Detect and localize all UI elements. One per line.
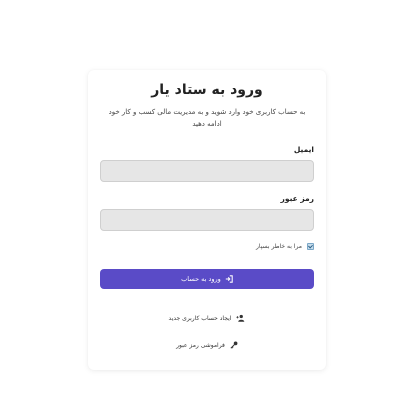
- login-button[interactable]: ورود به حساب: [100, 269, 314, 289]
- forgot-password-label: فراموشی رمز عبور: [176, 341, 225, 349]
- create-account-label: ایجاد حساب کاربری جدید: [168, 314, 232, 322]
- password-label: رمز عبور: [280, 194, 314, 203]
- sign-in-icon: [225, 275, 233, 283]
- remember-label: مرا به خاطر بسپار: [256, 243, 302, 250]
- user-plus-icon: [236, 314, 245, 322]
- email-field[interactable]: [100, 160, 314, 182]
- page-title: ورود به ستاد یار: [151, 82, 263, 98]
- remember-checkbox[interactable]: [307, 243, 314, 250]
- login-card: ورود به ستاد یار به حساب کاربری خود وارد…: [88, 70, 326, 370]
- remember-me[interactable]: مرا به خاطر بسپار: [256, 243, 314, 250]
- login-button-label: ورود به حساب: [181, 275, 221, 283]
- create-account-link[interactable]: ایجاد حساب کاربری جدید: [88, 314, 326, 322]
- password-field[interactable]: [100, 209, 314, 231]
- forgot-password-link[interactable]: فراموشی رمز عبور: [88, 341, 326, 349]
- page-subtitle: به حساب کاربری خود وارد شوید و به مدیریت…: [108, 108, 306, 128]
- email-label: ایمیل: [293, 145, 314, 154]
- key-icon: [230, 341, 238, 349]
